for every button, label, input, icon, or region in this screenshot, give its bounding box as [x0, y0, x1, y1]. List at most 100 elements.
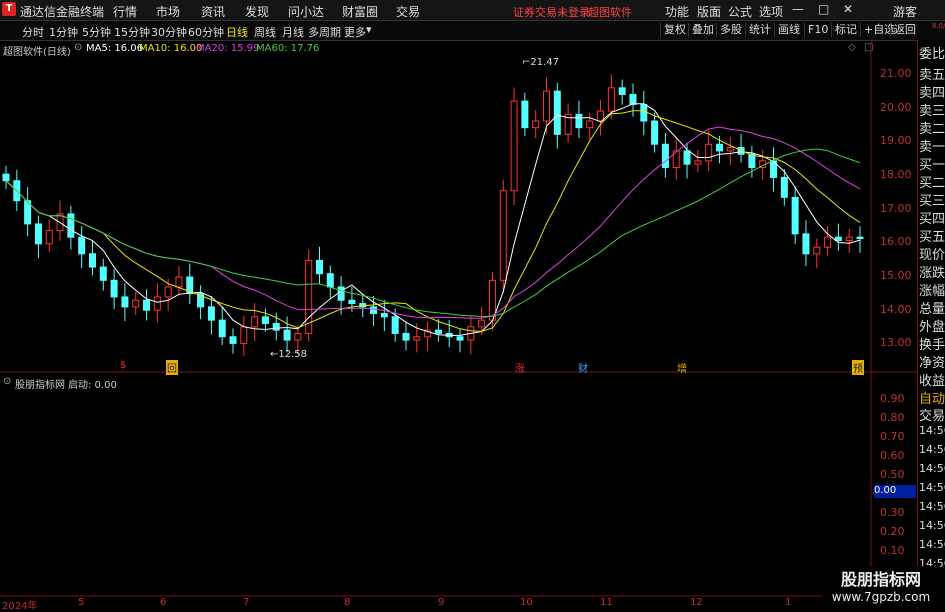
period-tab-daily[interactable]: 日线: [226, 24, 248, 40]
f10-button[interactable]: F10: [804, 23, 831, 37]
multi-stock-button[interactable]: 多股: [716, 23, 745, 37]
candle-body[interactable]: [391, 316, 399, 334]
back-button[interactable]: 返回: [890, 23, 919, 37]
event-marker-finance[interactable]: 财: [578, 360, 588, 375]
candle-body[interactable]: [45, 230, 53, 245]
trade-label[interactable]: 交易: [919, 405, 945, 424]
candle-body[interactable]: [543, 90, 551, 122]
candle-body[interactable]: [153, 296, 161, 311]
period-tab-intraday[interactable]: 分时: [22, 24, 44, 40]
mark-button[interactable]: 标记: [831, 23, 860, 37]
event-marker-increase[interactable]: 增: [677, 360, 687, 375]
candle-body[interactable]: [640, 103, 648, 122]
candle-body[interactable]: [726, 147, 734, 152]
adjust-button[interactable]: 复权: [660, 23, 689, 37]
menu-item-news[interactable]: 资讯: [201, 3, 225, 20]
period-tab-more[interactable]: 更多: [344, 24, 366, 40]
user-label[interactable]: 游客: [893, 3, 917, 20]
candle-body[interactable]: [110, 279, 118, 298]
menu-item-discover[interactable]: 发现: [245, 3, 269, 20]
candle-body[interactable]: [2, 173, 10, 182]
candle-body[interactable]: [780, 176, 788, 198]
candle-body[interactable]: [143, 299, 151, 311]
candle-body[interactable]: [651, 120, 659, 145]
menu-item-formula[interactable]: 公式: [728, 3, 752, 20]
candle-body[interactable]: [283, 329, 291, 341]
candle-body[interactable]: [67, 213, 75, 238]
candle-body[interactable]: [834, 236, 842, 242]
period-tab-15min[interactable]: 15分钟: [114, 24, 150, 40]
event-marker-forecast[interactable]: 预: [852, 360, 864, 375]
candle-body[interactable]: [521, 100, 529, 129]
event-marker-rise[interactable]: 涨: [515, 360, 525, 375]
candle-body[interactable]: [294, 332, 302, 341]
overlay-button[interactable]: 叠加: [688, 23, 717, 37]
candle-body[interactable]: [99, 266, 107, 281]
period-tab-monthly[interactable]: 月线: [282, 24, 304, 40]
period-tab-1min[interactable]: 1分钟: [49, 24, 78, 40]
candle-body[interactable]: [802, 233, 810, 255]
candle-body[interactable]: [272, 322, 280, 331]
candle-body[interactable]: [175, 276, 183, 288]
menu-item-wealth[interactable]: 财富圈: [342, 3, 378, 20]
period-tab-5min[interactable]: 5分钟: [82, 24, 111, 40]
trade-login-warning[interactable]: 证券交易未登录: [513, 4, 590, 20]
menu-item-ask[interactable]: 问小达: [288, 3, 324, 20]
more-dropdown-icon[interactable]: ▾: [366, 23, 372, 36]
candle-body[interactable]: [315, 259, 323, 275]
candle-body[interactable]: [207, 306, 215, 321]
candle-body[interactable]: [434, 329, 442, 334]
candle-body[interactable]: [251, 316, 259, 328]
candle-body[interactable]: [337, 286, 345, 301]
candle-body[interactable]: [218, 319, 226, 338]
event-marker-buyback[interactable]: 回: [166, 360, 178, 375]
candle-body[interactable]: [370, 306, 378, 315]
candle-body[interactable]: [456, 336, 464, 341]
candle-body[interactable]: [715, 143, 723, 152]
period-tab-weekly[interactable]: 周线: [254, 24, 276, 40]
candle-body[interactable]: [78, 236, 86, 255]
candle-body[interactable]: [575, 113, 583, 129]
candle-body[interactable]: [380, 313, 388, 318]
period-tab-multi[interactable]: 多周期: [308, 24, 341, 40]
candle-body[interactable]: [510, 100, 518, 192]
candle-body[interactable]: [402, 332, 410, 341]
candle-body[interactable]: [413, 336, 421, 341]
period-tab-60min[interactable]: 60分钟: [188, 24, 224, 40]
menu-item-layout[interactable]: 版面: [697, 3, 721, 20]
candle-body[interactable]: [553, 90, 561, 135]
menu-item-trade[interactable]: 交易: [396, 3, 420, 20]
candle-body[interactable]: [683, 150, 691, 165]
candle-body[interactable]: [824, 236, 832, 248]
candle-body[interactable]: [586, 120, 594, 129]
period-tab-30min[interactable]: 30分钟: [151, 24, 187, 40]
candle-body[interactable]: [88, 253, 96, 268]
menu-item-options[interactable]: 选项: [759, 3, 783, 20]
candle-body[interactable]: [845, 236, 853, 242]
close-icon[interactable]: ✕: [843, 2, 853, 16]
minimize-icon[interactable]: —: [792, 2, 804, 16]
candle-body[interactable]: [694, 160, 702, 165]
kline-chart[interactable]: [0, 40, 917, 609]
candle-body[interactable]: [121, 296, 129, 308]
candle-body[interactable]: [813, 246, 821, 255]
candle-body[interactable]: [34, 223, 42, 245]
candle-body[interactable]: [791, 196, 799, 235]
statistics-button[interactable]: 统计: [745, 23, 774, 37]
draw-line-button[interactable]: 画线: [774, 23, 803, 37]
event-marker-dividend[interactable]: $: [120, 360, 126, 371]
menu-item-functions[interactable]: 功能: [665, 3, 689, 20]
candle-body[interactable]: [661, 143, 669, 168]
candle-body[interactable]: [478, 319, 486, 328]
candle-body[interactable]: [229, 336, 237, 344]
menu-item-market[interactable]: 市场: [156, 3, 180, 20]
candle-body[interactable]: [240, 326, 248, 344]
maximize-icon[interactable]: □: [818, 2, 829, 16]
candle-body[interactable]: [607, 87, 615, 112]
candle-body[interactable]: [499, 190, 507, 281]
candle-body[interactable]: [532, 120, 540, 129]
candle-body[interactable]: [629, 93, 637, 105]
candle-body[interactable]: [164, 286, 172, 298]
candle-body[interactable]: [618, 87, 626, 95]
candle-body[interactable]: [132, 299, 140, 308]
